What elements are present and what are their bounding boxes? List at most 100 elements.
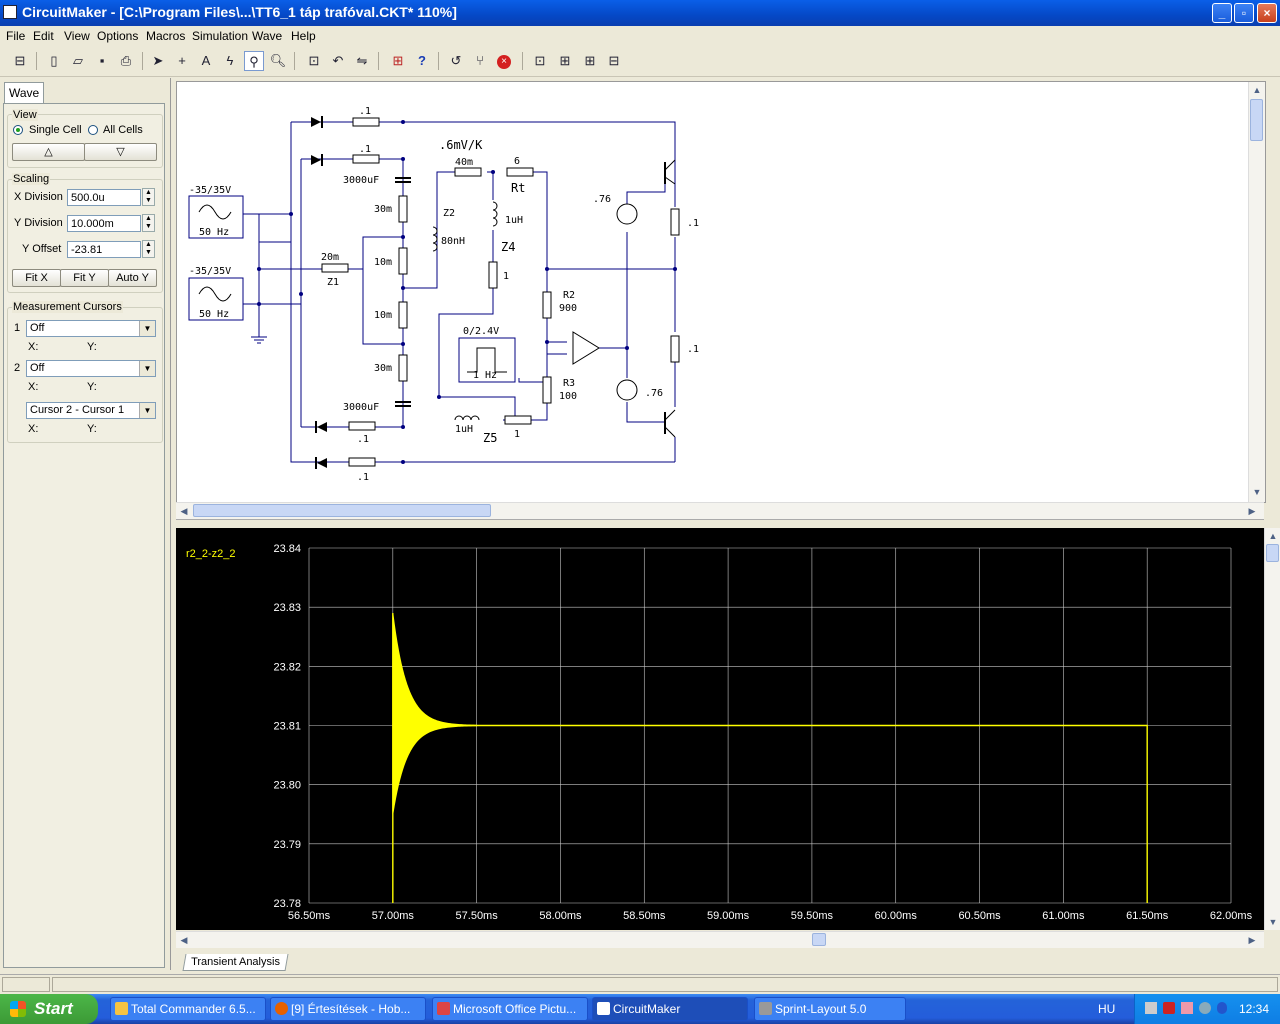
tab-transient-analysis[interactable]: Transient Analysis — [182, 954, 289, 971]
waveform-window[interactable]: r2_2-z2_2 56.50ms 57.00ms 57.50ms 58.00ms 58… — [176, 528, 1264, 930]
waveform-vscroll[interactable]: ▲ ▼ — [1264, 528, 1280, 930]
scroll-thumb[interactable] — [193, 504, 491, 517]
text-tool-icon[interactable]: A — [196, 51, 216, 71]
menu-options[interactable]: Options — [97, 29, 138, 43]
waveform-hscroll[interactable]: ◀ ▶ — [176, 931, 1264, 948]
restore-button[interactable]: ▫ — [1234, 3, 1254, 23]
scroll-down-icon[interactable]: ▼ — [1249, 484, 1265, 500]
fit-x-button[interactable]: Fit X — [12, 269, 61, 287]
task-office-picture[interactable]: Microsoft Office Pictu... — [432, 997, 588, 1021]
toolbar-separator — [378, 52, 379, 70]
digital-sim-icon[interactable]: ⊞ — [388, 51, 408, 71]
stop-icon[interactable]: × — [494, 51, 514, 71]
chevron-down-icon[interactable]: ▼ — [139, 361, 155, 376]
scroll-up-icon[interactable]: ▲ — [1265, 528, 1280, 544]
graph3-icon[interactable]: ⊞ — [580, 51, 600, 71]
y-division-input[interactable]: 10.000m — [67, 215, 141, 232]
schem-label: 900 — [559, 303, 577, 314]
schematic-canvas[interactable]: -35/35V 50 Hz -35/35V 50 Hz .1 .1 3000uF… — [176, 81, 1266, 503]
x-division-spinner[interactable]: ▲ ▼ — [142, 188, 155, 206]
network-icon[interactable] — [1145, 1002, 1157, 1014]
fit-y-button[interactable]: Fit Y — [60, 269, 109, 287]
schematic-drawing: -35/35V 50 Hz -35/35V 50 Hz .1 .1 3000uF… — [188, 106, 699, 483]
step-icon[interactable]: ⑂ — [470, 51, 490, 71]
status-panel — [52, 977, 1278, 992]
arrow-tool-icon[interactable]: ➤ — [148, 51, 168, 71]
scroll-down-icon[interactable]: ▼ — [1265, 914, 1280, 930]
scroll-right-icon[interactable]: ▶ — [1244, 503, 1260, 519]
graph1-icon[interactable]: ⊡ — [530, 51, 550, 71]
cursor-diff-select[interactable]: Cursor 2 - Cursor 1 ▼ — [26, 402, 156, 419]
scroll-up-icon[interactable]: ▲ — [1249, 82, 1265, 98]
bluetooth-icon[interactable] — [1217, 1002, 1227, 1014]
antivirus-icon[interactable] — [1163, 1002, 1175, 1014]
menu-macros[interactable]: Macros — [146, 29, 185, 43]
tray-app-icon[interactable] — [1199, 1002, 1211, 1014]
scroll-thumb[interactable] — [812, 933, 826, 946]
scroll-left-icon[interactable]: ◀ — [176, 503, 192, 519]
hierarchy-icon[interactable]: ⊟ — [10, 51, 30, 71]
chevron-down-icon[interactable]: ▼ — [139, 403, 155, 418]
minimize-button[interactable]: _ — [1212, 3, 1232, 23]
menu-help[interactable]: Help — [291, 29, 316, 43]
menu-simulation[interactable]: Simulation — [192, 29, 248, 43]
task-sprint-layout[interactable]: Sprint-Layout 5.0 — [754, 997, 906, 1021]
help-icon[interactable]: ? — [412, 51, 432, 71]
wave-probe-icon[interactable]: ⚲ — [244, 51, 264, 71]
mirror-icon[interactable]: ⇋ — [352, 51, 372, 71]
print-icon[interactable]: ⎙ — [116, 51, 136, 71]
cell-up-button[interactable]: △ — [12, 143, 85, 161]
menu-edit[interactable]: Edit — [33, 29, 54, 43]
save-icon[interactable]: ▪ — [92, 51, 112, 71]
chevron-down-icon[interactable]: ▼ — [139, 321, 155, 336]
tab-wave[interactable]: Wave — [4, 82, 45, 103]
language-indicator[interactable]: HU — [1098, 1002, 1115, 1016]
single-cell-radio[interactable] — [13, 125, 23, 135]
x-tick-label: 58.50ms — [623, 910, 666, 922]
y-division-spinner[interactable]: ▲ ▼ — [142, 214, 155, 232]
circuitmaker-icon — [597, 1002, 610, 1015]
schematic-hscroll[interactable]: ◀ ▶ — [176, 502, 1264, 519]
zoom-fit-icon[interactable]: ⊡ — [304, 51, 324, 71]
scroll-left-icon[interactable]: ◀ — [176, 932, 192, 948]
scroll-thumb[interactable] — [1250, 99, 1263, 141]
schem-label: Z1 — [327, 277, 339, 288]
task-circuitmaker[interactable]: CircuitMaker — [592, 997, 748, 1021]
zoom-icon[interactable]: 🔍︎ — [268, 51, 288, 71]
probe-tool-icon[interactable]: ϟ — [220, 51, 240, 71]
new-icon[interactable]: ▯ — [44, 51, 64, 71]
start-button[interactable]: Start — [0, 994, 98, 1024]
menu-file[interactable]: File — [6, 29, 25, 43]
menu-view[interactable]: View — [64, 29, 90, 43]
y-tick-label: 23.83 — [273, 602, 301, 614]
graph2-icon[interactable]: ⊞ — [555, 51, 575, 71]
auto-y-button[interactable]: Auto Y — [108, 269, 157, 287]
close-button[interactable]: × — [1257, 3, 1277, 23]
y-offset-input[interactable]: -23.81 — [67, 241, 141, 258]
scroll-thumb[interactable] — [1266, 544, 1279, 562]
cell-down-button[interactable]: ▽ — [84, 143, 157, 161]
cursor2-y: Y: — [87, 381, 97, 393]
y-offset-spinner[interactable]: ▲ ▼ — [142, 240, 155, 258]
task-browser[interactable]: [9] Értesítések - Hob... — [270, 997, 426, 1021]
cursor1-select[interactable]: Off ▼ — [26, 320, 156, 337]
schematic-vscroll[interactable]: ▲ ▼ — [1248, 82, 1265, 502]
waveform-plot: 56.50ms 57.00ms 57.50ms 58.00ms 58.50ms 59.00… — [273, 543, 1252, 922]
cursor2-select[interactable]: Off ▼ — [26, 360, 156, 377]
graph4-icon[interactable]: ⊟ — [604, 51, 624, 71]
volume-icon[interactable] — [1181, 1002, 1193, 1014]
firefox-icon — [275, 1002, 288, 1015]
scroll-right-icon[interactable]: ▶ — [1244, 932, 1260, 948]
schem-label: 1uH — [455, 424, 473, 435]
app-icon[interactable] — [3, 5, 17, 19]
all-cells-radio[interactable] — [88, 125, 98, 135]
reset-icon[interactable]: ↺ — [446, 51, 466, 71]
open-icon[interactable]: ▱ — [68, 51, 88, 71]
task-total-commander[interactable]: Total Commander 6.5... — [110, 997, 266, 1021]
rotate-icon[interactable]: ↶ — [328, 51, 348, 71]
menu-wave[interactable]: Wave — [252, 29, 282, 43]
wire-tool-icon[interactable]: + — [172, 51, 192, 71]
x-division-input[interactable]: 500.0u — [67, 189, 141, 206]
splitter[interactable] — [176, 519, 1264, 528]
toolbar-separator — [438, 52, 439, 70]
